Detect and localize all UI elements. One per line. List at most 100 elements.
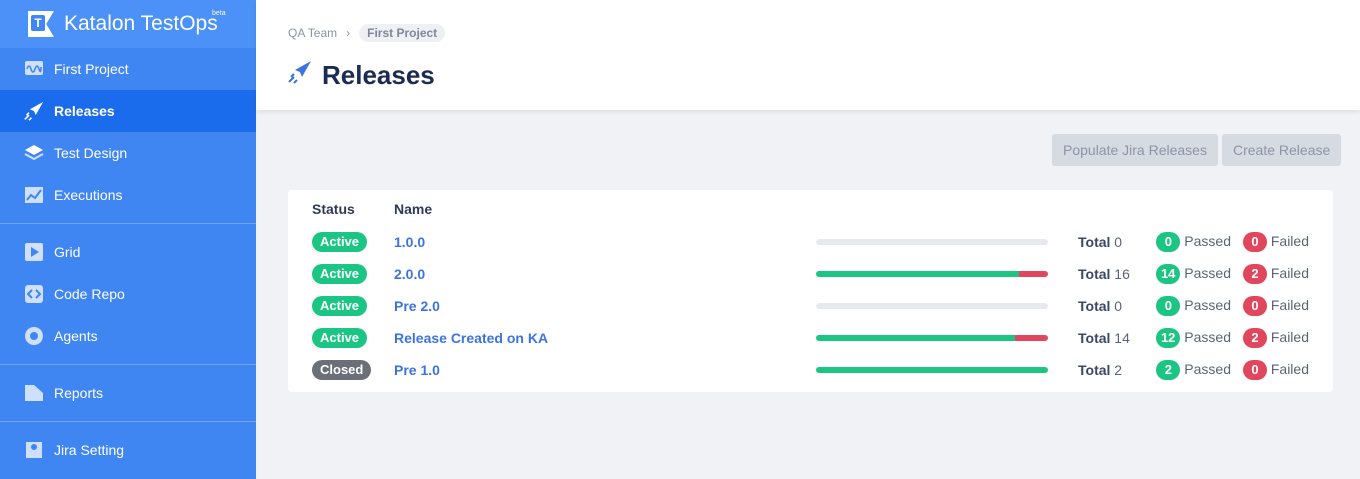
folder-icon xyxy=(24,383,44,403)
passed-label: Passed xyxy=(1184,265,1231,281)
progress-failed xyxy=(1014,335,1048,341)
total-count: Total 16 xyxy=(1078,266,1130,282)
passed-label: Passed xyxy=(1184,361,1231,377)
progress-bar xyxy=(816,303,1048,309)
create-release-button[interactable]: Create Release xyxy=(1222,134,1342,166)
passed-count: 0 Passed xyxy=(1156,232,1231,252)
app-name: Katalon TestOps xyxy=(64,12,218,35)
release-name-link[interactable]: 1.0.0 xyxy=(394,234,425,250)
sidebar-item-label: Test Design xyxy=(54,145,128,161)
table-row: Active 2.0.0 Total 16 14 Passed 2 Failed xyxy=(288,257,1333,289)
sidebar-item-test-design[interactable]: Test Design xyxy=(0,132,256,174)
logo[interactable]: Katalon TestOps beta xyxy=(0,0,256,48)
sidebar-item-executions[interactable]: Executions xyxy=(0,174,256,216)
total-value: 2 xyxy=(1114,362,1123,378)
total-value: 0 xyxy=(1114,234,1123,250)
sidebar-item-releases[interactable]: Releases xyxy=(0,90,256,132)
sidebar-item-code-repo[interactable]: Code Repo xyxy=(0,273,256,315)
failed-label: Failed xyxy=(1270,233,1309,249)
sidebar-item-label: Releases xyxy=(54,103,115,119)
layers-icon xyxy=(24,143,44,163)
passed-pill: 12 xyxy=(1155,328,1181,348)
total-count: Total 2 xyxy=(1078,362,1122,378)
failed-count: 0 Failed xyxy=(1242,232,1309,252)
sidebar-item-agents[interactable]: Agents xyxy=(0,315,256,357)
table-row: Active Pre 2.0 Total 0 0 Passed 0 Failed xyxy=(288,289,1333,321)
sidebar-item-label: Reports xyxy=(54,385,104,401)
failed-count: 0 Failed xyxy=(1242,360,1309,380)
sidebar-item-jira-setting[interactable]: Jira Setting xyxy=(0,429,256,471)
failed-label: Failed xyxy=(1270,265,1309,281)
total-value: 0 xyxy=(1114,298,1123,314)
rocket-icon xyxy=(288,60,312,91)
code-icon xyxy=(24,284,44,304)
sidebar-item-first-project[interactable]: First Project xyxy=(0,48,256,90)
status-badge: Active xyxy=(312,296,368,316)
rocket-icon xyxy=(24,101,44,121)
status-badge: Active xyxy=(312,328,368,348)
sidebar-item-label: First Project xyxy=(54,61,129,77)
page-header: QA Team › First Project Releases xyxy=(256,0,1360,110)
failed-label: Failed xyxy=(1270,297,1309,313)
release-name-link[interactable]: Release Created on KA xyxy=(394,330,548,346)
sidebar-item-grid[interactable]: Grid xyxy=(0,231,256,273)
total-label: Total xyxy=(1078,266,1111,282)
failed-count: 0 Failed xyxy=(1242,296,1309,316)
progress-failed xyxy=(1019,271,1048,277)
page-title: Releases xyxy=(322,60,435,90)
agent-icon xyxy=(24,326,44,346)
sidebar-item-label: Grid xyxy=(54,244,81,260)
progress-bar xyxy=(816,271,1048,277)
sidebar-item-reports[interactable]: Reports xyxy=(0,372,256,414)
sidebar-item-label: Executions xyxy=(54,187,123,203)
table-row: Active 1.0.0 Total 0 0 Passed 0 Failed xyxy=(288,225,1333,257)
status-badge: Active xyxy=(312,232,368,252)
chevron-right-icon: › xyxy=(346,26,351,40)
passed-pill: 2 xyxy=(1156,360,1181,380)
table-row: Active Release Created on KA Total 14 12… xyxy=(288,321,1333,353)
passed-label: Passed xyxy=(1184,329,1231,345)
progress-passed xyxy=(816,271,1019,277)
failed-pill: 0 xyxy=(1242,360,1267,380)
katalon-logo-icon xyxy=(28,11,54,37)
sidebar-item-label: Agents xyxy=(54,328,98,344)
project-icon xyxy=(24,59,44,79)
release-name-link[interactable]: Pre 1.0 xyxy=(394,362,440,378)
failed-pill: 2 xyxy=(1242,328,1267,348)
total-count: Total 0 xyxy=(1078,298,1122,314)
sidebar-divider xyxy=(0,223,256,224)
sidebar-item-label: Code Repo xyxy=(54,286,125,302)
release-name-link[interactable]: Pre 2.0 xyxy=(394,298,440,314)
sidebar-divider xyxy=(0,364,256,365)
failed-label: Failed xyxy=(1270,329,1309,345)
passed-count: 0 Passed xyxy=(1156,296,1231,316)
status-badge: Closed xyxy=(312,360,372,380)
failed-pill: 0 xyxy=(1242,232,1267,252)
passed-count: 12 Passed xyxy=(1155,328,1231,348)
total-label: Total xyxy=(1078,362,1111,378)
releases-table: Status Name Active 1.0.0 Total 0 0 Passe… xyxy=(288,190,1333,392)
chart-icon xyxy=(24,185,44,205)
release-name-link[interactable]: 2.0.0 xyxy=(394,266,425,282)
total-label: Total xyxy=(1078,298,1111,314)
name-header: Name xyxy=(394,201,433,217)
progress-bar xyxy=(816,335,1048,341)
table-row: Closed Pre 1.0 Total 2 2 Passed 0 Failed xyxy=(288,353,1333,385)
failed-label: Failed xyxy=(1270,361,1309,377)
total-count: Total 14 xyxy=(1078,330,1130,346)
progress-passed xyxy=(816,367,1048,373)
failed-count: 2 Failed xyxy=(1242,264,1309,284)
passed-count: 14 Passed xyxy=(1155,264,1231,284)
passed-label: Passed xyxy=(1184,297,1231,313)
sidebar: Katalon TestOps beta First Project Releas… xyxy=(0,0,256,479)
total-label: Total xyxy=(1078,234,1111,250)
beta-label: beta xyxy=(212,10,226,17)
failed-count: 2 Failed xyxy=(1242,328,1309,348)
progress-bar xyxy=(816,367,1048,373)
breadcrumb-team[interactable]: QA Team xyxy=(288,26,337,40)
breadcrumb-project[interactable]: First Project xyxy=(359,24,446,42)
populate-jira-releases-button[interactable]: Populate Jira Releases xyxy=(1052,134,1218,166)
sidebar-divider xyxy=(0,421,256,422)
progress-passed xyxy=(816,335,1015,341)
passed-pill: 0 xyxy=(1156,232,1181,252)
